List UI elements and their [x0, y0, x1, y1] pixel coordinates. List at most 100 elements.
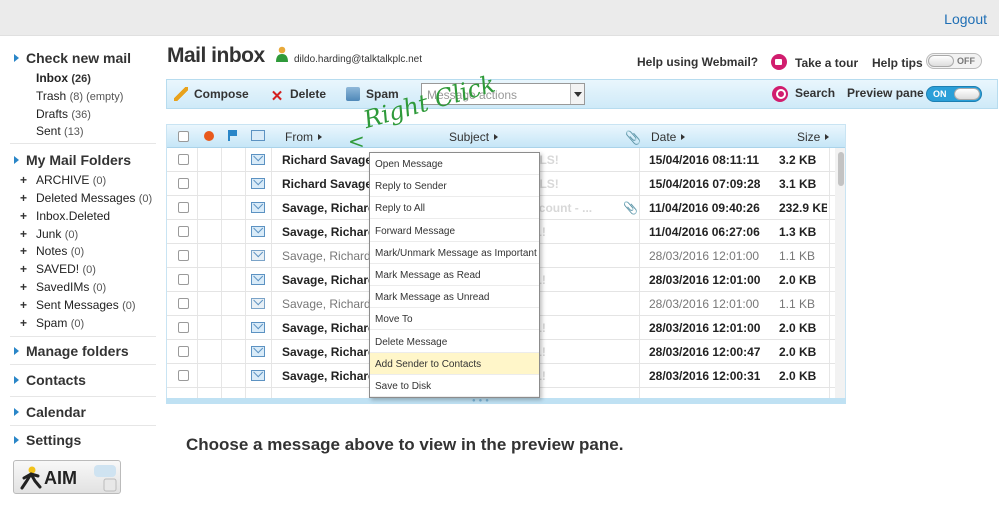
sort-arrow-icon	[825, 134, 830, 140]
important-icon[interactable]	[204, 131, 214, 141]
context-menu-item[interactable]: Mark Message as Read	[370, 264, 539, 286]
contacts-link[interactable]: Contacts	[14, 372, 86, 388]
aim-button[interactable]: AIM	[13, 460, 121, 494]
expand-icon[interactable]: +	[20, 244, 36, 258]
column-header-date[interactable]: Date	[651, 130, 686, 144]
video-icon[interactable]	[771, 54, 787, 70]
settings-link[interactable]: Settings	[14, 432, 81, 448]
user-icon	[276, 46, 288, 62]
column-header-from[interactable]: From	[285, 130, 322, 144]
manage-folders-link[interactable]: Manage folders	[14, 343, 129, 359]
preview-pane-label: Preview pane	[847, 86, 924, 100]
chevron-down-icon[interactable]	[570, 84, 584, 104]
envelope-icon	[251, 178, 265, 189]
row-date: 28/03/2016 12:01:00	[649, 321, 761, 335]
scrollbar-thumb[interactable]	[838, 152, 844, 186]
context-menu-item[interactable]: Reply to All	[370, 197, 539, 220]
toggle-state-label: OFF	[957, 56, 975, 66]
sort-arrow-icon	[318, 134, 322, 140]
expand-icon[interactable]: +	[20, 262, 36, 276]
flag-icon[interactable]	[228, 130, 238, 141]
pane-resize-handle[interactable]: ●●●	[166, 398, 846, 404]
sidebar-item-drafts[interactable]: Drafts (36)	[36, 107, 91, 121]
folder-notes[interactable]: + Notes (0)	[20, 244, 84, 258]
help-webmail-link[interactable]: Help using Webmail?	[637, 55, 758, 69]
chevron-right-icon	[14, 347, 19, 355]
row-checkbox[interactable]	[178, 274, 189, 285]
row-checkbox[interactable]	[178, 250, 189, 261]
help-tips-label: Help tips	[872, 56, 923, 70]
folder-spam[interactable]: + Spam (0)	[20, 316, 84, 330]
expand-icon[interactable]: +	[20, 316, 36, 330]
row-checkbox[interactable]	[178, 322, 189, 333]
column-header-subject[interactable]: Subject	[449, 130, 499, 144]
row-checkbox[interactable]	[178, 370, 189, 381]
row-checkbox[interactable]	[178, 346, 189, 357]
folder-archive[interactable]: + ARCHIVE (0)	[20, 173, 106, 187]
select-all-checkbox[interactable]	[178, 131, 189, 142]
row-date: 28/03/2016 12:01:00	[649, 249, 760, 263]
expand-icon[interactable]: +	[20, 191, 36, 205]
preview-pane-toggle[interactable]: ON	[926, 86, 982, 102]
folder-savedims[interactable]: + SavedIMs (0)	[20, 280, 106, 294]
search-button[interactable]: Search	[795, 86, 835, 100]
context-menu-item[interactable]: Mark/Unmark Message as Important	[370, 242, 539, 264]
context-menu-item[interactable]: Mark Message as Unread	[370, 286, 539, 309]
grip-icon: ●●●	[472, 398, 492, 404]
context-menu-item[interactable]: Reply to Sender	[370, 175, 539, 198]
row-checkbox[interactable]	[178, 298, 189, 309]
column-header-size[interactable]: Size	[797, 130, 830, 144]
folder-sent-messages[interactable]: + Sent Messages (0)	[20, 298, 136, 312]
toggle-state-label: ON	[933, 89, 947, 99]
expand-icon[interactable]: +	[20, 173, 36, 187]
row-size: 1.1 KB	[779, 249, 816, 263]
sidebar-item-trash[interactable]: Trash (8) (empty)	[36, 89, 123, 103]
context-menu-item[interactable]: Save to Disk	[370, 375, 539, 397]
row-size: 1.1 KB	[779, 297, 816, 311]
help-tips-toggle[interactable]: OFF	[926, 53, 982, 69]
message-list-header: From Subject 📎 Date Size	[167, 125, 845, 148]
compose-button[interactable]: Compose	[174, 87, 249, 101]
calendar-link[interactable]: Calendar	[14, 404, 86, 420]
logout-link[interactable]: Logout	[944, 11, 987, 27]
divider	[10, 364, 156, 365]
row-date: 28/03/2016 12:01:00	[649, 297, 760, 311]
row-checkbox[interactable]	[178, 226, 189, 237]
context-menu-item[interactable]: Add Sender to Contacts	[370, 352, 539, 375]
my-mail-folders-toggle[interactable]: My Mail Folders	[14, 152, 131, 168]
top-bar: Logout	[0, 0, 999, 36]
row-size: 2.0 KB	[779, 321, 817, 335]
row-size: 2.0 KB	[779, 369, 817, 383]
envelope-icon	[251, 322, 265, 333]
attachment-icon[interactable]: 📎	[625, 130, 641, 146]
folder-inbox-deleted[interactable]: + Inbox.Deleted	[20, 209, 110, 223]
toggle-knob	[928, 55, 954, 67]
sort-arrow-icon	[494, 134, 499, 140]
envelope-icon[interactable]	[251, 130, 265, 141]
sidebar-item-inbox[interactable]: Inbox (26)	[36, 71, 91, 85]
row-size: 2.0 KB	[779, 345, 817, 359]
search-icon[interactable]	[772, 86, 788, 102]
scrollbar[interactable]	[835, 148, 845, 403]
delete-button[interactable]: ✕ Delete	[270, 87, 326, 104]
context-menu-item[interactable]: Forward Message	[370, 220, 539, 242]
expand-icon[interactable]: +	[20, 298, 36, 312]
row-checkbox[interactable]	[178, 178, 189, 189]
context-menu-item[interactable]: Delete Message	[370, 331, 539, 353]
folder-deleted-messages[interactable]: + Deleted Messages (0)	[20, 191, 152, 205]
take-tour-link[interactable]: Take a tour	[795, 56, 858, 70]
sidebar-item-sent[interactable]: Sent (13)	[36, 124, 84, 138]
context-menu-item[interactable]: Move To	[370, 308, 539, 331]
row-date: 15/04/2016 08:11:11	[649, 153, 760, 167]
folder-junk[interactable]: + Junk (0)	[20, 227, 78, 241]
expand-icon[interactable]: +	[20, 209, 36, 223]
check-new-mail-link[interactable]: Check new mail	[14, 50, 131, 66]
row-checkbox[interactable]	[178, 202, 189, 213]
envelope-icon	[251, 346, 265, 357]
expand-icon[interactable]: +	[20, 280, 36, 294]
context-menu-item[interactable]: Open Message	[370, 153, 539, 175]
folder-saved[interactable]: + SAVED! (0)	[20, 262, 96, 276]
expand-icon[interactable]: +	[20, 227, 36, 241]
row-date: 28/03/2016 12:01:00	[649, 273, 761, 287]
row-checkbox[interactable]	[178, 154, 189, 165]
